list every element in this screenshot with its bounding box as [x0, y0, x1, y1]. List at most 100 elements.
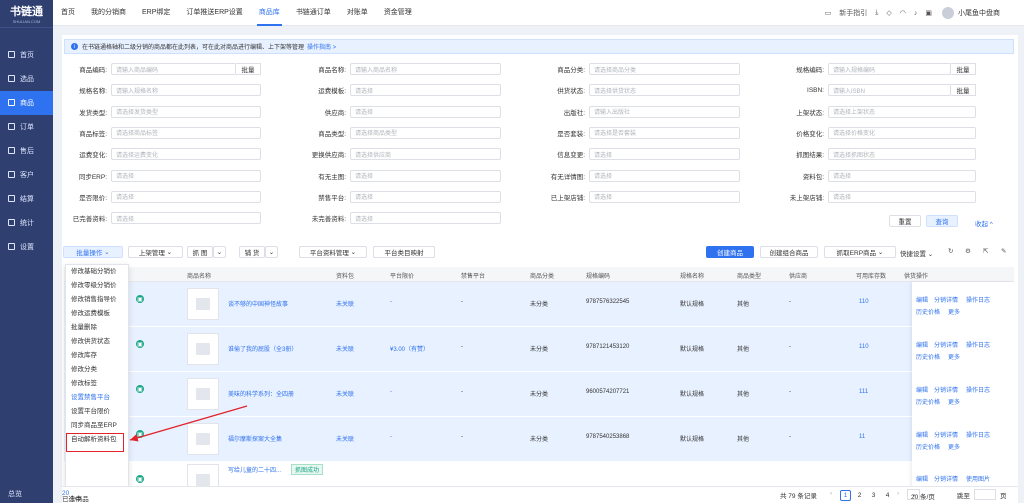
- menu-item[interactable]: 修改销售指导价: [66, 293, 128, 307]
- grid-icon[interactable]: ▣: [136, 340, 144, 348]
- menu-item[interactable]: 设置禁售平台: [66, 391, 128, 405]
- cell-price[interactable]: -: [390, 389, 392, 395]
- tab-7[interactable]: 资金管理: [376, 0, 420, 26]
- filter-input[interactable]: 请选择供应商: [350, 148, 501, 161]
- op-link[interactable]: 操作日志: [966, 430, 990, 439]
- grab-button[interactable]: 抓 图: [187, 246, 213, 258]
- refresh-icon[interactable]: ↻: [948, 247, 953, 255]
- op-link[interactable]: 更多: [948, 397, 960, 406]
- sidebar-item-8[interactable]: 设置: [0, 235, 53, 259]
- grid-icon[interactable]: ▣: [136, 430, 144, 438]
- page-size-select[interactable]: 20 条/页 ⌄: [907, 489, 935, 501]
- sidebar-item-1[interactable]: 选品: [0, 67, 53, 91]
- sidebar-item-3[interactable]: 订单: [0, 115, 53, 139]
- filter-input[interactable]: 请选择是否套装: [589, 126, 740, 139]
- filter-input[interactable]: 请选择商品分类: [589, 63, 740, 75]
- filter-input[interactable]: 请选择: [350, 105, 501, 118]
- op-link[interactable]: 编辑: [916, 295, 928, 304]
- filter-input[interactable]: 请选择: [350, 84, 501, 97]
- filter-input[interactable]: 请选择商品标签: [111, 126, 261, 139]
- menu-item[interactable]: 修改运费模板: [66, 307, 128, 321]
- product-thumb[interactable]: [187, 288, 219, 320]
- cell-stock[interactable]: 110: [859, 344, 869, 350]
- filter-input[interactable]: 请选择: [589, 148, 740, 161]
- filter-input[interactable]: 请输入规格编码: [828, 63, 951, 75]
- gear-icon[interactable]: ⚙: [965, 247, 971, 255]
- tab-5[interactable]: 书链通订单: [288, 0, 339, 26]
- sidebar-item-2[interactable]: 商品: [0, 91, 53, 115]
- menu-item[interactable]: 修改库存: [66, 349, 128, 363]
- filter-input[interactable]: 请输入商品编码: [111, 63, 236, 75]
- cell-pkg[interactable]: 未关联: [336, 389, 354, 398]
- prev-page[interactable]: ‹: [830, 490, 832, 497]
- avatar[interactable]: [942, 7, 954, 19]
- cell-stock[interactable]: 11: [859, 434, 865, 440]
- op-link[interactable]: 操作日志: [966, 385, 990, 394]
- tab-1[interactable]: 我的分销商: [83, 0, 134, 26]
- next-page[interactable]: ›: [897, 490, 899, 497]
- op-link[interactable]: 操作日志: [966, 295, 990, 304]
- page-3[interactable]: 3: [868, 490, 879, 501]
- grid-icon[interactable]: ▣: [136, 475, 144, 483]
- lock-icon[interactable]: ▣: [925, 9, 932, 17]
- op-link[interactable]: 历史价格: [916, 307, 940, 316]
- quick-settings[interactable]: 快捷设置 ⌄: [900, 248, 933, 258]
- page-4[interactable]: 4: [882, 490, 893, 501]
- cell-pkg[interactable]: 未关联: [336, 344, 354, 353]
- op-link[interactable]: 编辑: [916, 430, 928, 439]
- batch-ops-button[interactable]: 批量操作 ⌄: [63, 246, 123, 258]
- filter-input[interactable]: 请选择: [111, 169, 261, 182]
- category-map-button[interactable]: 平台类目映射: [373, 246, 435, 258]
- sidebar-item-6[interactable]: 结算: [0, 187, 53, 211]
- op-link[interactable]: 编辑: [916, 474, 928, 483]
- diamond-icon[interactable]: ◇: [886, 9, 891, 17]
- query-button[interactable]: 查询: [926, 215, 958, 227]
- op-link[interactable]: 分销详情: [934, 295, 958, 304]
- ship-button[interactable]: 铺 货: [239, 246, 265, 258]
- batch-button[interactable]: 批量: [951, 63, 976, 75]
- create-combo-button[interactable]: 创建组合商品: [760, 246, 818, 258]
- product-name[interactable]: 写给儿童的二十四...: [228, 465, 281, 474]
- menu-item[interactable]: 批量删除: [66, 321, 128, 335]
- sidebar-collapse[interactable]: 总览: [8, 489, 22, 499]
- cell-price[interactable]: -: [390, 299, 392, 305]
- op-link[interactable]: 更多: [948, 442, 960, 451]
- filter-input[interactable]: 请选择: [350, 190, 501, 203]
- filter-input[interactable]: 请选择: [111, 212, 261, 225]
- filter-input[interactable]: 请选择抓图状态: [828, 148, 976, 161]
- filter-input[interactable]: 请选择: [828, 190, 976, 203]
- op-link[interactable]: 分销详情: [934, 340, 958, 349]
- product-thumb[interactable]: [187, 333, 219, 365]
- cell-stock[interactable]: 110: [859, 299, 869, 305]
- op-link[interactable]: 分销详情: [934, 385, 958, 394]
- tab-0[interactable]: 首页: [53, 0, 83, 26]
- filter-input[interactable]: 请选择: [350, 169, 501, 182]
- reset-button[interactable]: 重置: [889, 215, 921, 227]
- menu-item[interactable]: 修改基础分销价: [66, 265, 128, 279]
- filter-input[interactable]: 请选择: [111, 190, 261, 203]
- filter-input[interactable]: 请选择: [350, 212, 501, 225]
- op-link[interactable]: 更多: [948, 307, 960, 316]
- screen-icon[interactable]: ▭: [825, 9, 832, 17]
- grid-icon[interactable]: ▣: [136, 385, 144, 393]
- filter-input[interactable]: 请选择: [589, 190, 740, 203]
- page-2[interactable]: 2: [854, 490, 865, 501]
- product-thumb[interactable]: [187, 378, 219, 410]
- filter-input[interactable]: 请选择: [828, 169, 976, 182]
- edit-icon[interactable]: ✎: [1001, 247, 1006, 255]
- op-link[interactable]: 编辑: [916, 385, 928, 394]
- bell-icon[interactable]: ♪: [914, 10, 918, 17]
- shelf-button[interactable]: 上架管理 ⌄: [128, 246, 183, 258]
- filter-input[interactable]: 请选择上架状态: [828, 105, 976, 118]
- sidebar-item-7[interactable]: 统计: [0, 211, 53, 235]
- sidebar-item-0[interactable]: 首页: [0, 43, 53, 67]
- cell-price[interactable]: -: [390, 434, 392, 440]
- cell-stock[interactable]: 111: [859, 389, 868, 395]
- cell-pkg[interactable]: 未关联: [336, 299, 354, 308]
- menu-item[interactable]: 设置平台限价: [66, 405, 128, 419]
- grab-erp-button[interactable]: 抓取ERP商品 ⌄: [824, 246, 896, 258]
- guide-link[interactable]: 操作指南 >: [307, 42, 336, 51]
- op-link[interactable]: 操作日志: [966, 340, 990, 349]
- product-name[interactable]: 福尔摩斯探案大全集: [228, 434, 282, 443]
- op-link[interactable]: 历史价格: [916, 352, 940, 361]
